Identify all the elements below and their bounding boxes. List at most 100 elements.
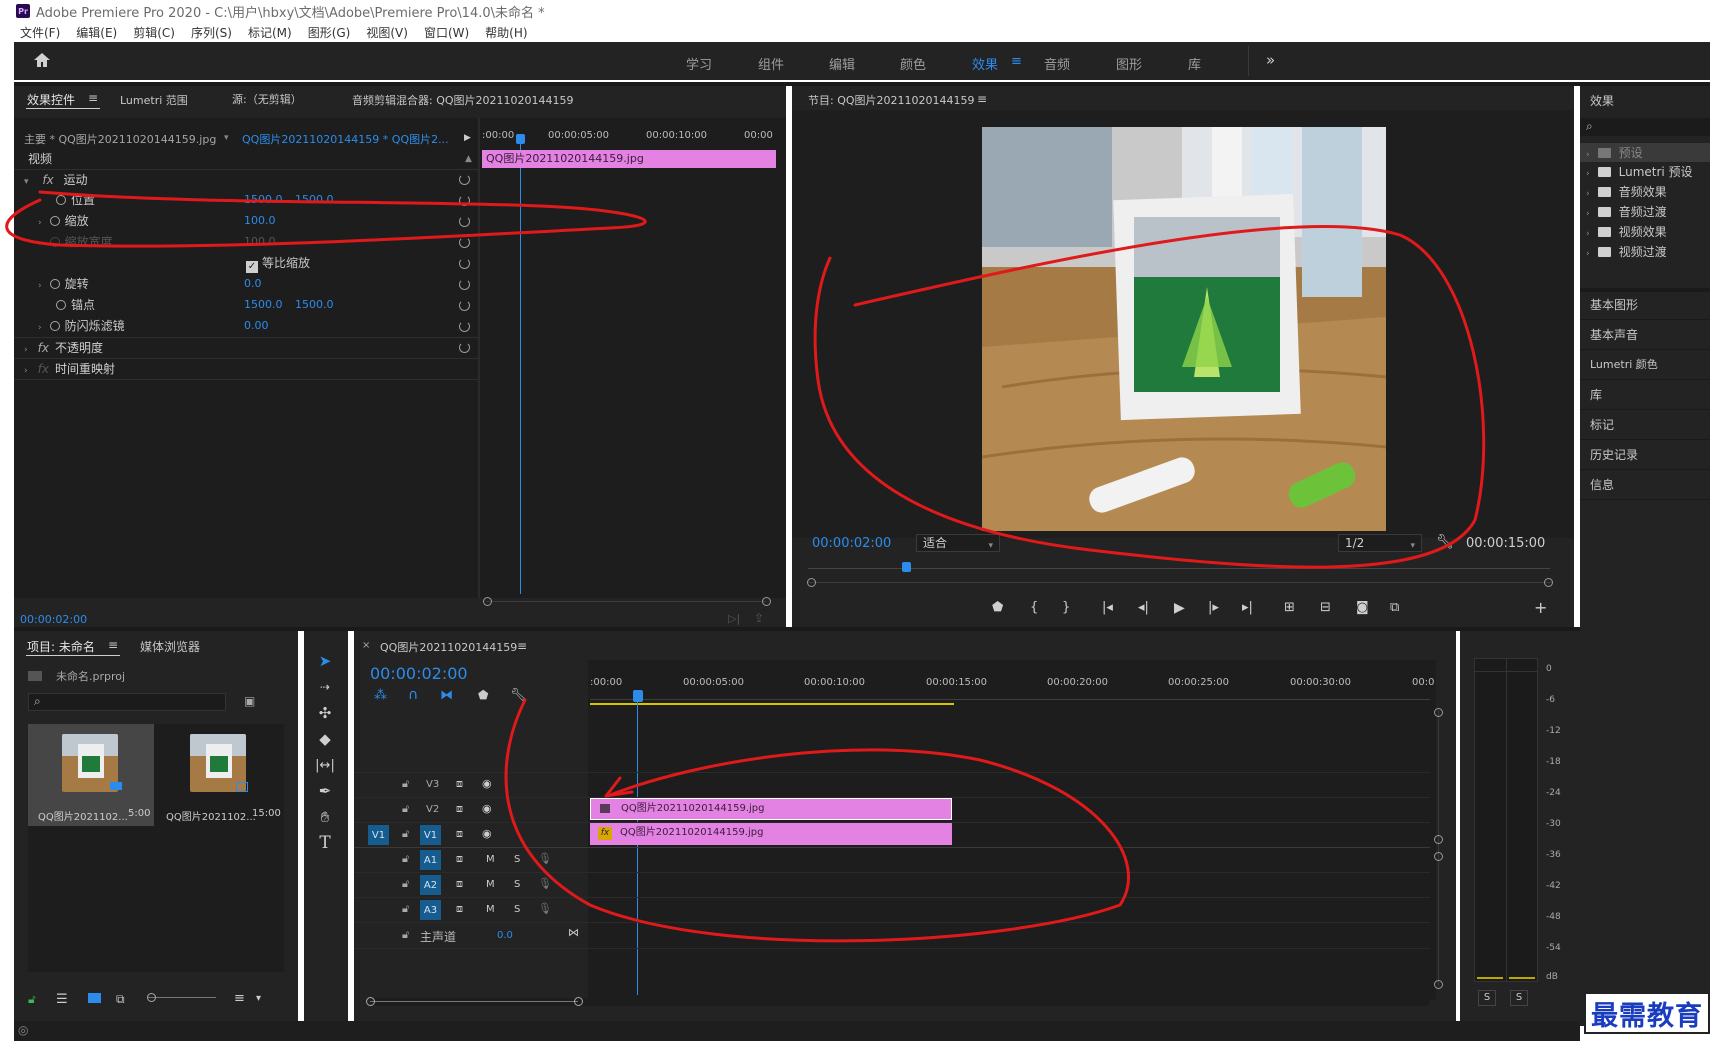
reset-icon[interactable] — [459, 237, 470, 248]
work-area-bar[interactable] — [590, 703, 954, 705]
play-triangle-icon[interactable]: ▶ — [464, 133, 471, 143]
menu-sequence[interactable]: 序列(S) — [191, 24, 232, 41]
sync-lock-icon[interactable]: ⧈ — [456, 827, 463, 841]
camera-icon[interactable]: ◙ — [1356, 600, 1369, 615]
panel-menu-icon[interactable]: ≡ — [517, 639, 527, 653]
tab-audio-clip-mixer[interactable]: 音频剪辑混合器: QQ图片20211020144159 — [352, 92, 574, 108]
ec-playhead[interactable] — [516, 134, 525, 144]
microphone-icon[interactable]: 🎙︎ — [538, 852, 552, 865]
sync-lock-icon[interactable]: ⧈ — [456, 777, 463, 791]
menu-view[interactable]: 视图(V) — [366, 24, 408, 41]
lock-icon[interactable]: 🔓︎ — [402, 877, 409, 891]
panel-history[interactable]: 历史记录 — [1580, 440, 1710, 470]
icon-view-icon[interactable] — [88, 993, 101, 1003]
zoom-slider-handle[interactable] — [147, 993, 156, 1002]
chevron-down-icon[interactable]: ▾ — [256, 993, 261, 1004]
close-tab-icon[interactable]: × — [362, 640, 370, 651]
program-playhead[interactable] — [902, 562, 911, 572]
wrench-icon[interactable]: 🔧︎ — [1436, 534, 1454, 550]
menu-help[interactable]: 帮助(H) — [485, 24, 527, 41]
reset-icon[interactable] — [459, 258, 470, 269]
fit-dropdown[interactable]: 适合 ▾ — [916, 534, 1000, 552]
scroll-handle-mid2[interactable] — [1434, 852, 1443, 861]
nest-icon[interactable]: ⁂ — [374, 688, 387, 703]
clip-v1[interactable]: QQ图片20211020144159.jpg — [590, 823, 952, 845]
effects-search-input[interactable]: ⌕ — [1580, 118, 1710, 136]
meter-solo-left[interactable]: S — [1478, 990, 1496, 1006]
meter-solo-right[interactable]: S — [1510, 990, 1528, 1006]
linked-selection-icon[interactable]: ⧓ — [440, 688, 453, 703]
microphone-icon[interactable]: 🎙︎ — [538, 902, 552, 915]
effects-item-video-effects[interactable]: › 视频效果 — [1586, 222, 1667, 242]
ec-clip-bar[interactable]: QQ图片20211020144159.jpg — [482, 150, 776, 168]
lift-icon[interactable]: ⊞ — [1284, 600, 1295, 615]
checkbox-checked-icon[interactable]: ✓ — [246, 261, 258, 273]
go-to-end-icon[interactable]: ⋈ — [568, 926, 579, 939]
extract-icon[interactable]: ⊟ — [1320, 600, 1331, 615]
go-to-out-icon[interactable]: ▸| — [1242, 600, 1253, 615]
effects-panel-title[interactable]: 效果 — [1590, 92, 1614, 109]
workspace-libraries[interactable]: 库 — [1188, 54, 1201, 73]
add-marker-icon[interactable]: ⬟ — [478, 688, 488, 702]
lock-icon[interactable]: 🔓︎ — [402, 928, 409, 942]
sync-lock-icon[interactable]: ⧈ — [456, 902, 463, 916]
stopwatch-icon[interactable] — [49, 216, 60, 226]
panel-markers[interactable]: 标记 — [1580, 410, 1710, 440]
track-label-v1[interactable]: V1 — [420, 825, 441, 845]
tab-source[interactable]: 源:（无剪辑） — [232, 91, 302, 107]
panel-lumetri-color[interactable]: Lumetri 颜色 — [1580, 350, 1710, 380]
razor-tool-icon[interactable]: ◆ — [313, 728, 337, 750]
source-patch-v1[interactable]: V1 — [368, 825, 389, 845]
workspace-graphics[interactable]: 图形 — [1116, 54, 1142, 73]
mark-out-icon[interactable]: } — [1062, 600, 1070, 615]
step-back-icon[interactable]: ◂| — [1138, 600, 1149, 615]
solo-a1[interactable]: S — [514, 854, 520, 865]
position-x-value[interactable]: 1500.0 — [244, 190, 283, 210]
ec-timecode[interactable]: 00:00:02:00 — [20, 613, 87, 626]
track-label-v3[interactable]: V3 — [426, 779, 439, 790]
menu-edit[interactable]: 编辑(E) — [76, 24, 117, 41]
program-time-ruler[interactable] — [808, 568, 1550, 569]
lock-icon[interactable]: 🔓︎ — [402, 852, 409, 866]
pen-tool-icon[interactable]: ✒ — [313, 780, 337, 802]
export-icon[interactable]: ⇪ — [754, 611, 764, 625]
add-marker-icon[interactable]: ⬟ — [992, 600, 1003, 615]
sync-lock-icon[interactable]: ⧈ — [456, 802, 463, 816]
mark-in-icon[interactable]: { — [1030, 600, 1038, 615]
lock-icon[interactable]: 🔓︎ — [402, 777, 409, 791]
scroll-handle-left[interactable] — [807, 578, 816, 587]
fx-icon[interactable]: fx — [38, 341, 49, 355]
mute-a3[interactable]: M — [486, 904, 495, 915]
stopwatch-icon[interactable] — [49, 279, 60, 289]
lock-icon[interactable]: 🔓︎ — [28, 992, 36, 1007]
master-clip-label[interactable]: 主要 * QQ图片20211020144159.jpg — [24, 131, 216, 147]
master-track-label[interactable]: 主声道 — [420, 928, 456, 945]
reset-icon[interactable] — [459, 342, 470, 353]
master-track-value[interactable]: 0.0 — [497, 930, 513, 941]
stopwatch-icon[interactable] — [49, 321, 60, 331]
resolution-dropdown[interactable]: 1/2 ▾ — [1338, 534, 1422, 552]
lock-icon[interactable]: 🔓︎ — [402, 827, 409, 841]
clip-label[interactable]: QQ图片20211020144159 * QQ图片2... — [242, 131, 449, 147]
zoom-slider[interactable] — [148, 997, 216, 998]
motion-row[interactable]: ▾ fx 运动 — [24, 170, 88, 190]
reset-icon[interactable] — [459, 279, 470, 290]
workspace-assembly[interactable]: 组件 — [758, 54, 784, 73]
effects-item-presets[interactable]: › 预设 — [1586, 143, 1643, 163]
scroll-handle-top[interactable] — [1434, 708, 1443, 717]
tab-lumetri-scopes[interactable]: Lumetri 范围 — [120, 92, 188, 108]
filter-icon[interactable]: ▷| — [728, 612, 740, 625]
timeline-timecode[interactable]: 00:00:02:00 — [370, 664, 468, 683]
solo-a3[interactable]: S — [514, 904, 520, 915]
sync-lock-icon[interactable]: ⧈ — [456, 852, 463, 866]
timeline-vertical-scrollbar[interactable] — [1438, 710, 1439, 986]
mute-a2[interactable]: M — [486, 879, 495, 890]
reset-icon[interactable] — [459, 321, 470, 332]
type-tool-icon[interactable]: T — [313, 832, 337, 854]
ec-zoom-scrollbar[interactable] — [486, 601, 766, 602]
mute-a1[interactable]: M — [486, 854, 495, 865]
project-search-input[interactable]: ⌕ — [28, 693, 226, 711]
lock-icon[interactable]: 🔓︎ — [402, 802, 409, 816]
program-video-frame[interactable] — [982, 127, 1386, 531]
panel-essential-sound[interactable]: 基本声音 — [1580, 320, 1710, 350]
